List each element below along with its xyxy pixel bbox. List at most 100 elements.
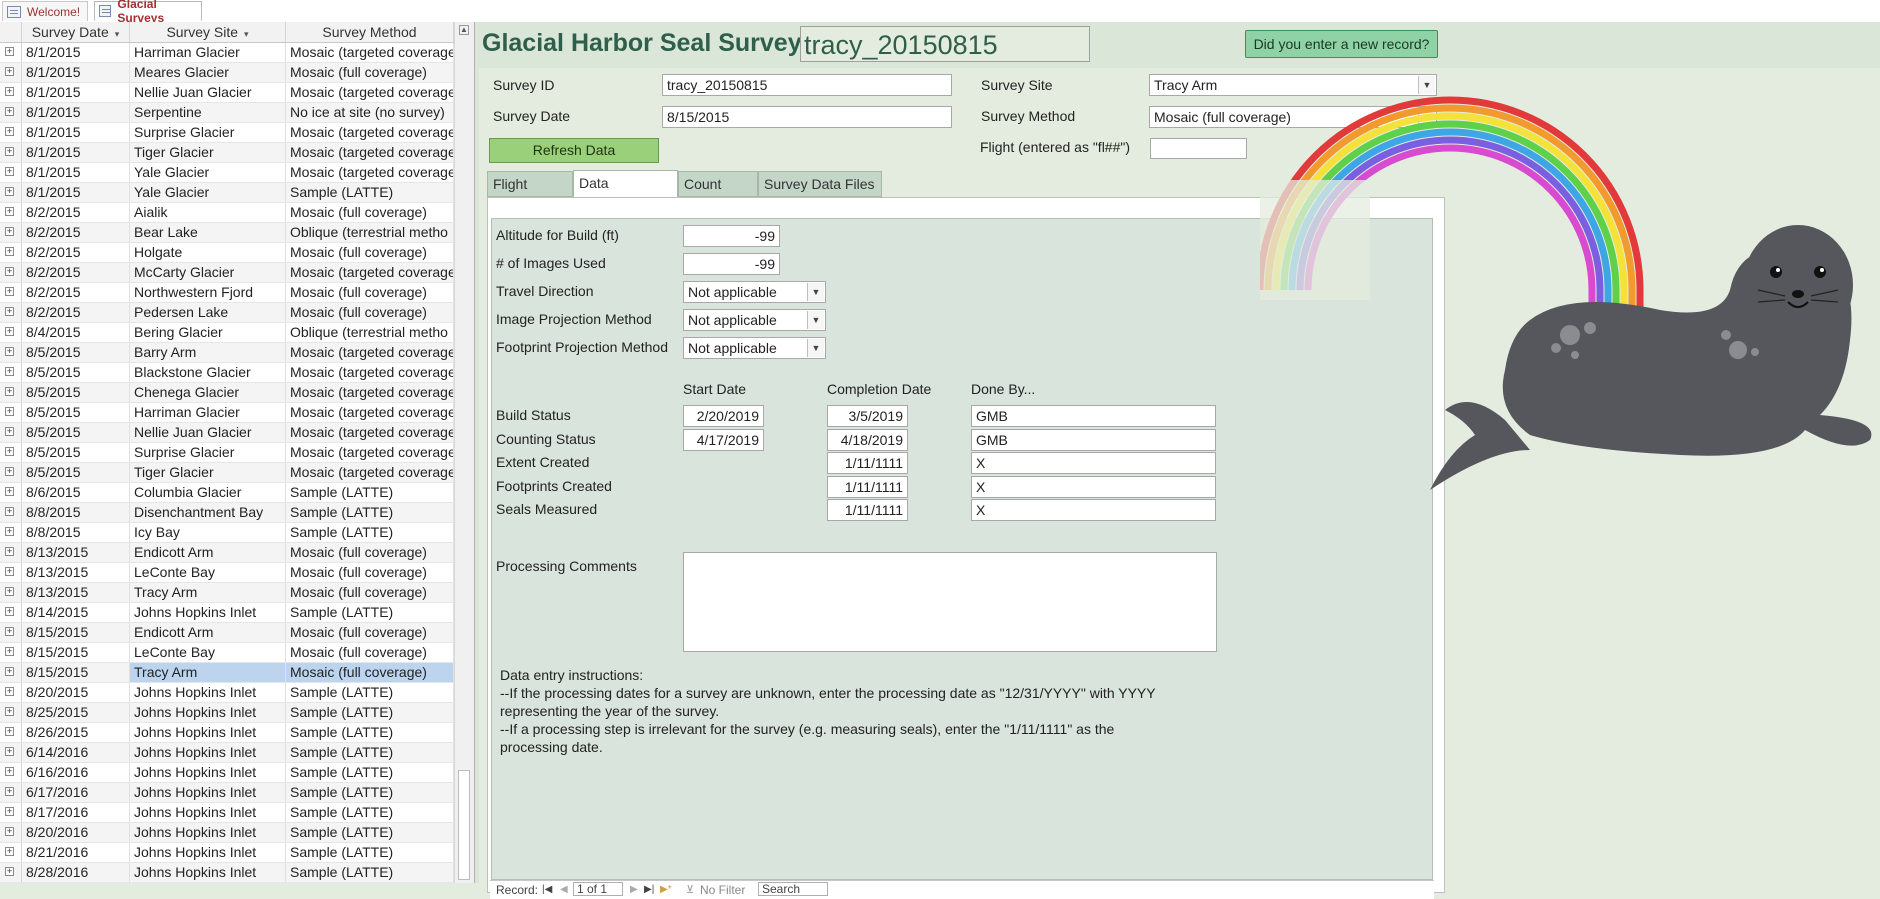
cell-survey-method[interactable]: Mosaic (full coverage) xyxy=(286,583,454,602)
cell-survey-date[interactable]: 8/13/2015 xyxy=(22,563,130,582)
expand-plus-icon[interactable]: + xyxy=(5,627,14,636)
row-selector[interactable]: + xyxy=(0,763,22,782)
table-row[interactable]: +8/2/2015 McCarty Glacier Mosaic (targeted… xyxy=(0,263,454,283)
cell-survey-site[interactable]: Tiger Glacier xyxy=(130,143,286,162)
cell-survey-method[interactable]: Mosaic (targeted coverage xyxy=(286,463,454,482)
table-row[interactable]: +6/16/2016 Johns Hopkins Inlet Sample (LAT… xyxy=(0,763,454,783)
cell-survey-date[interactable]: 8/1/2015 xyxy=(22,183,130,202)
cell-survey-site[interactable]: Tracy Arm xyxy=(130,663,286,682)
cell-survey-site[interactable]: Johns Hopkins Inlet xyxy=(130,783,286,802)
cell-survey-date[interactable]: 8/13/2015 xyxy=(22,583,130,602)
table-row[interactable]: +8/1/2015 Tiger Glacier Mosaic (targeted c… xyxy=(0,143,454,163)
cell-survey-date[interactable]: 8/26/2015 xyxy=(22,723,130,742)
cell-survey-site[interactable]: McCarty Glacier xyxy=(130,263,286,282)
cell-survey-method[interactable]: Sample (LATTE) xyxy=(286,783,454,802)
next-record-icon[interactable]: ▶ xyxy=(630,882,638,898)
cell-survey-site[interactable]: Johns Hopkins Inlet xyxy=(130,803,286,822)
expand-plus-icon[interactable]: + xyxy=(5,447,14,456)
row-selector[interactable]: + xyxy=(0,463,22,482)
cell-survey-date[interactable]: 8/15/2015 xyxy=(22,663,130,682)
table-row[interactable]: +8/20/2016 Johns Hopkins Inlet Sample (LAT… xyxy=(0,823,454,843)
row-selector[interactable]: + xyxy=(0,103,22,122)
expand-plus-icon[interactable]: + xyxy=(5,407,14,416)
tab-flight-details[interactable]: Flight Details xyxy=(487,171,573,216)
table-row[interactable]: +8/5/2015 Harriman Glacier Mosaic (targete… xyxy=(0,403,454,423)
cell-survey-site[interactable]: Serpentine xyxy=(130,103,286,122)
datasheet-scrollbar[interactable]: ▲ xyxy=(454,22,474,883)
row-selector[interactable]: + xyxy=(0,83,22,102)
scrollbar-thumb[interactable] xyxy=(458,770,470,880)
done-by-field[interactable]: X xyxy=(971,499,1216,521)
cell-survey-date[interactable]: 8/14/2015 xyxy=(22,603,130,622)
cell-survey-method[interactable]: Mosaic (full coverage) xyxy=(286,663,454,682)
travel-direction-combo[interactable]: Not applicable ▼ xyxy=(683,281,826,303)
refresh-data-button[interactable]: Refresh Data xyxy=(489,138,659,163)
table-row[interactable]: +6/14/2016 Johns Hopkins Inlet Sample (LAT… xyxy=(0,743,454,763)
table-row[interactable]: +8/15/2015 LeConte Bay Mosaic (full covera… xyxy=(0,643,454,663)
scroll-up-icon[interactable]: ▲ xyxy=(459,25,469,35)
cell-survey-site[interactable]: Bear Lake xyxy=(130,223,286,242)
cell-survey-method[interactable]: Mosaic (full coverage) xyxy=(286,563,454,582)
table-row[interactable]: +8/5/2015 Blackstone Glacier Mosaic (targe… xyxy=(0,363,454,383)
table-row[interactable]: +8/13/2015 Tracy Arm Mosaic (full coverage… xyxy=(0,583,454,603)
table-row[interactable]: +8/2/2015 Bear Lake Oblique (terrestrial m… xyxy=(0,223,454,243)
completion-date-field[interactable]: 1/11/1111 xyxy=(827,499,908,521)
row-selector[interactable]: + xyxy=(0,563,22,582)
cell-survey-date[interactable]: 8/1/2015 xyxy=(22,163,130,182)
cell-survey-site[interactable]: Disenchantment Bay xyxy=(130,503,286,522)
expand-plus-icon[interactable]: + xyxy=(5,747,14,756)
cell-survey-method[interactable]: Mosaic (targeted coverage xyxy=(286,163,454,182)
expand-plus-icon[interactable]: + xyxy=(5,227,14,236)
cell-survey-method[interactable]: Mosaic (full coverage) xyxy=(286,243,454,262)
cell-survey-site[interactable]: Endicott Arm xyxy=(130,543,286,562)
cell-survey-method[interactable]: Mosaic (targeted coverage xyxy=(286,443,454,462)
cell-survey-method[interactable]: Sample (LATTE) xyxy=(286,723,454,742)
cell-survey-method[interactable]: Sample (LATTE) xyxy=(286,523,454,542)
cell-survey-date[interactable]: 6/17/2016 xyxy=(22,783,130,802)
table-row[interactable]: +8/6/2015 Columbia Glacier Sample (LATTE) xyxy=(0,483,454,503)
column-header-survey-method[interactable]: Survey Method xyxy=(286,22,454,42)
cell-survey-date[interactable]: 8/5/2015 xyxy=(22,403,130,422)
cell-survey-date[interactable]: 8/1/2015 xyxy=(22,103,130,122)
cell-survey-site[interactable]: Johns Hopkins Inlet xyxy=(130,703,286,722)
cell-survey-site[interactable]: Blackstone Glacier xyxy=(130,363,286,382)
cell-survey-site[interactable]: Meares Glacier xyxy=(130,63,286,82)
expand-plus-icon[interactable]: + xyxy=(5,67,14,76)
select-all-cell[interactable] xyxy=(0,22,22,42)
table-row[interactable]: +8/1/2015 Meares Glacier Mosaic (full cove… xyxy=(0,63,454,83)
footprint-projection-combo[interactable]: Not applicable ▼ xyxy=(683,337,826,359)
record-position-field[interactable]: 1 of 1 xyxy=(573,882,623,896)
expand-plus-icon[interactable]: + xyxy=(5,567,14,576)
expand-plus-icon[interactable]: + xyxy=(5,267,14,276)
cell-survey-site[interactable]: LeConte Bay xyxy=(130,643,286,662)
cell-survey-method[interactable]: Mosaic (targeted coverage xyxy=(286,423,454,442)
cell-survey-method[interactable]: Sample (LATTE) xyxy=(286,743,454,762)
column-header-survey-date[interactable]: Survey Date ▾ xyxy=(22,22,130,42)
table-row[interactable]: +8/1/2015 Harriman Glacier Mosaic (targete… xyxy=(0,43,454,63)
expand-plus-icon[interactable]: + xyxy=(5,687,14,696)
table-row[interactable]: +8/17/2016 Johns Hopkins Inlet Sample (LAT… xyxy=(0,803,454,823)
expand-plus-icon[interactable]: + xyxy=(5,527,14,536)
expand-plus-icon[interactable]: + xyxy=(5,807,14,816)
row-selector[interactable]: + xyxy=(0,663,22,682)
cell-survey-method[interactable]: Sample (LATTE) xyxy=(286,823,454,842)
expand-plus-icon[interactable]: + xyxy=(5,287,14,296)
cell-survey-date[interactable]: 8/5/2015 xyxy=(22,463,130,482)
cell-survey-site[interactable]: Harriman Glacier xyxy=(130,43,286,62)
sort-dropdown-icon[interactable]: ▾ xyxy=(115,29,120,39)
cell-survey-method[interactable]: Mosaic (full coverage) xyxy=(286,643,454,662)
row-selector[interactable]: + xyxy=(0,403,22,422)
survey-date-field[interactable]: 8/15/2015 xyxy=(662,106,952,128)
tab-data-processing[interactable]: Data Processing xyxy=(573,170,678,215)
cell-survey-date[interactable]: 8/21/2016 xyxy=(22,843,130,862)
expand-plus-icon[interactable]: + xyxy=(5,507,14,516)
expand-plus-icon[interactable]: + xyxy=(5,707,14,716)
table-row[interactable]: +8/15/2015 Endicott Arm Mosaic (full cover… xyxy=(0,623,454,643)
cell-survey-method[interactable]: Mosaic (targeted coverage xyxy=(286,43,454,62)
last-record-icon[interactable]: ▶| xyxy=(644,882,654,898)
table-row[interactable]: +8/2/2015 Holgate Mosaic (full coverage) xyxy=(0,243,454,263)
table-row[interactable]: +8/5/2015 Surprise Glacier Mosaic (targete… xyxy=(0,443,454,463)
cell-survey-site[interactable]: Aialik xyxy=(130,203,286,222)
table-row[interactable]: +8/2/2015 Northwestern Fjord Mosaic (full … xyxy=(0,283,454,303)
row-selector[interactable]: + xyxy=(0,723,22,742)
